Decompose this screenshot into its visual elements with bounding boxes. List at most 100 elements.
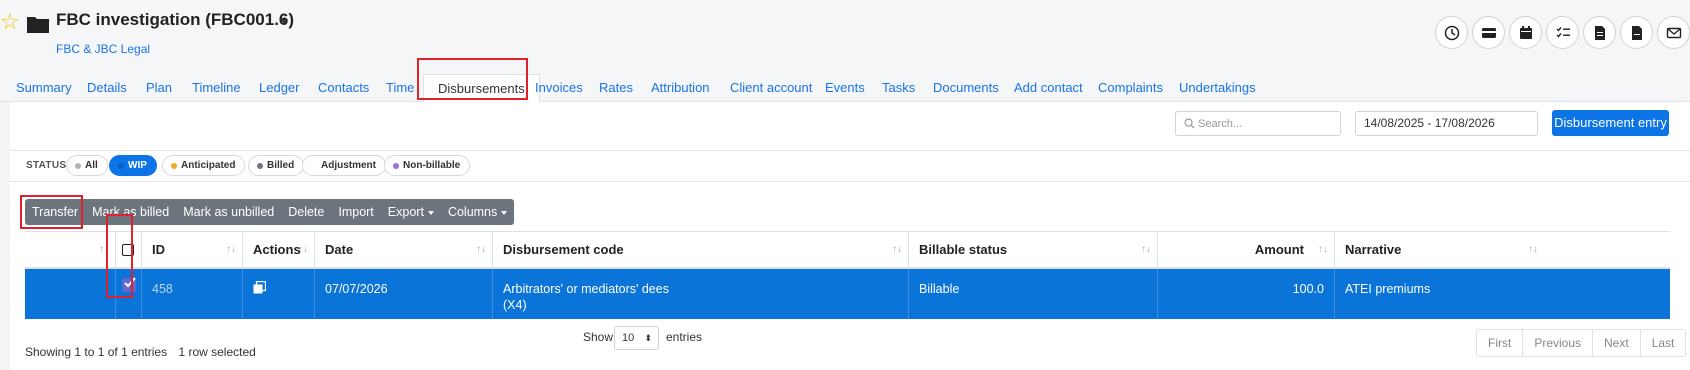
tab-summary[interactable]: Summary bbox=[16, 74, 72, 102]
disbursements-table: ↑↓ ID ↑↓ Actions ↑↓ Date ↑↓ Disbursement co… bbox=[25, 231, 1670, 319]
column-header-label: ID bbox=[152, 242, 165, 257]
updown-icon: ⬍ bbox=[644, 333, 652, 343]
table-row[interactable]: 458 07/07/2026 Arbitrators' or mediators… bbox=[25, 269, 1670, 319]
columns-dropdown-button[interactable]: Columns bbox=[441, 199, 514, 225]
status-filter-label: Billed bbox=[267, 160, 295, 171]
tab-client-account[interactable]: Client account bbox=[730, 74, 812, 102]
tab-tasks[interactable]: Tasks bbox=[882, 74, 915, 102]
status-filter-anticipated[interactable]: Anticipated bbox=[162, 155, 246, 176]
status-filter-label: WIP bbox=[128, 160, 147, 171]
row-amount: 100.0 bbox=[1157, 269, 1334, 319]
matter-menu-chevron-icon[interactable] bbox=[280, 19, 288, 24]
date-range-input[interactable]: 14/08/2025 - 17/08/2026 bbox=[1355, 111, 1538, 136]
row-order-cell bbox=[25, 269, 115, 319]
tab-add-contact[interactable]: Add contact bbox=[1014, 74, 1083, 102]
calendar-icon[interactable] bbox=[1509, 16, 1542, 49]
status-filter-adjustment[interactable]: Adjustment bbox=[302, 155, 386, 176]
status-filter-label: Anticipated bbox=[181, 160, 236, 171]
copy-icon[interactable] bbox=[253, 280, 267, 294]
tab-contacts[interactable]: Contacts bbox=[318, 74, 369, 102]
chevron-down-icon bbox=[501, 210, 508, 215]
tab-plan[interactable]: Plan bbox=[146, 74, 172, 102]
sort-icon: ↑↓ bbox=[99, 244, 109, 255]
column-header-disbursement-code[interactable]: Disbursement code ↑↓ bbox=[492, 232, 908, 268]
tab-rates[interactable]: Rates bbox=[599, 74, 633, 102]
column-header-label: Disbursement code bbox=[503, 242, 624, 257]
tab-attribution[interactable]: Attribution bbox=[651, 74, 710, 102]
column-header-narrative[interactable]: Narrative ↑↓ bbox=[1334, 232, 1544, 268]
status-filter-all[interactable]: All bbox=[66, 155, 108, 176]
matter-title: FBC investigation (FBC001.6) bbox=[56, 10, 295, 29]
folder-icon bbox=[27, 17, 49, 33]
entries-info: Showing 1 to 1 of 1 entries bbox=[25, 345, 168, 359]
column-header-billable-status[interactable]: Billable status ↑↓ bbox=[908, 232, 1157, 268]
status-filter-wip[interactable]: WIP bbox=[109, 155, 157, 176]
status-filter-label: Adjustment bbox=[321, 160, 376, 171]
client-link[interactable]: FBC & JBC Legal bbox=[56, 42, 150, 56]
tab-disbursements[interactable]: Disbursements bbox=[423, 74, 540, 103]
first-page-button[interactable]: First bbox=[1477, 330, 1522, 356]
export-dropdown-button[interactable]: Export bbox=[381, 199, 441, 225]
tab-events[interactable]: Events bbox=[825, 74, 865, 102]
column-header-label: Actions bbox=[253, 242, 301, 257]
favorite-star-icon[interactable]: ☆ bbox=[0, 11, 22, 33]
column-header-id[interactable]: ID ↑↓ bbox=[141, 232, 242, 268]
row-billable-status: Billable bbox=[908, 269, 1157, 319]
status-filter-label: All bbox=[85, 160, 98, 171]
previous-page-button[interactable]: Previous bbox=[1522, 330, 1592, 356]
transfer-button[interactable]: Transfer bbox=[25, 199, 85, 225]
tab-time[interactable]: Time bbox=[386, 74, 414, 102]
tab-ledger[interactable]: Ledger bbox=[259, 74, 299, 102]
checklist-icon[interactable] bbox=[1546, 16, 1579, 49]
tab-undertakings[interactable]: Undertakings bbox=[1179, 74, 1256, 102]
column-header-order[interactable]: ↑↓ bbox=[25, 232, 115, 268]
row-narrative: ATEI premiums bbox=[1334, 269, 1544, 319]
search-input[interactable] bbox=[1198, 115, 1336, 133]
disbursement-entry-button[interactable]: Disbursement entry bbox=[1552, 110, 1669, 136]
entries-label: entries bbox=[666, 330, 703, 344]
status-filter-label: Non-billable bbox=[403, 160, 461, 171]
status-filter-non-billable[interactable]: Non-billable bbox=[384, 155, 471, 176]
search-box bbox=[1175, 111, 1341, 136]
status-dot-icon bbox=[118, 163, 124, 169]
card-icon[interactable] bbox=[1472, 16, 1505, 49]
column-header-amount[interactable]: Amount ↑↓ bbox=[1157, 232, 1334, 268]
mark-as-unbilled-button[interactable]: Mark as unbilled bbox=[176, 199, 281, 225]
sort-icon: ↑↓ bbox=[476, 244, 486, 255]
sort-icon: ↑↓ bbox=[226, 244, 236, 255]
matter-tabs: Summary Details Plan Timeline Ledger Con… bbox=[0, 70, 1690, 103]
status-label: STATUS bbox=[26, 160, 67, 171]
file-icon[interactable] bbox=[1620, 16, 1653, 49]
chevron-down-icon bbox=[427, 210, 434, 215]
last-page-button[interactable]: Last bbox=[1639, 330, 1686, 356]
show-label: Show bbox=[583, 330, 614, 344]
next-page-button[interactable]: Next bbox=[1592, 330, 1640, 356]
document-icon[interactable] bbox=[1583, 16, 1616, 49]
pagination: First Previous Next Last bbox=[1476, 329, 1687, 357]
tab-complaints[interactable]: Complaints bbox=[1098, 74, 1163, 102]
row-date: 07/07/2026 bbox=[314, 269, 492, 319]
column-header-label: Date bbox=[325, 242, 354, 257]
tab-invoices[interactable]: Invoices bbox=[535, 74, 583, 102]
mark-as-billed-button[interactable]: Mark as billed bbox=[85, 199, 176, 225]
tab-timeline[interactable]: Timeline bbox=[192, 74, 241, 102]
sort-icon: ↑↓ bbox=[1528, 244, 1538, 255]
row-id[interactable]: 458 bbox=[141, 269, 242, 319]
select-all-checkbox[interactable] bbox=[122, 244, 134, 256]
row-disbursement-code: Arbitrators' or mediators' dees (X4) bbox=[492, 269, 908, 319]
column-header-date[interactable]: Date ↑↓ bbox=[314, 232, 492, 268]
column-header-actions[interactable]: Actions ↑↓ bbox=[242, 232, 314, 268]
sort-icon: ↑↓ bbox=[892, 244, 902, 255]
import-button[interactable]: Import bbox=[331, 199, 380, 225]
clock-icon[interactable] bbox=[1435, 16, 1468, 49]
mail-icon[interactable] bbox=[1657, 16, 1690, 49]
page-size-select[interactable]: 10 ⬍ bbox=[614, 326, 659, 350]
delete-button[interactable]: Delete bbox=[281, 199, 331, 225]
sort-icon: ↑↓ bbox=[1141, 244, 1151, 255]
status-filter-billed[interactable]: Billed bbox=[248, 155, 305, 176]
tab-details[interactable]: Details bbox=[87, 74, 127, 102]
status-dot-icon bbox=[257, 163, 263, 169]
table-info: Showing 1 to 1 of 1 entries 1 row select… bbox=[25, 345, 256, 359]
disbursement-code-suffix: (X4) bbox=[503, 298, 527, 312]
tab-documents[interactable]: Documents bbox=[933, 74, 999, 102]
